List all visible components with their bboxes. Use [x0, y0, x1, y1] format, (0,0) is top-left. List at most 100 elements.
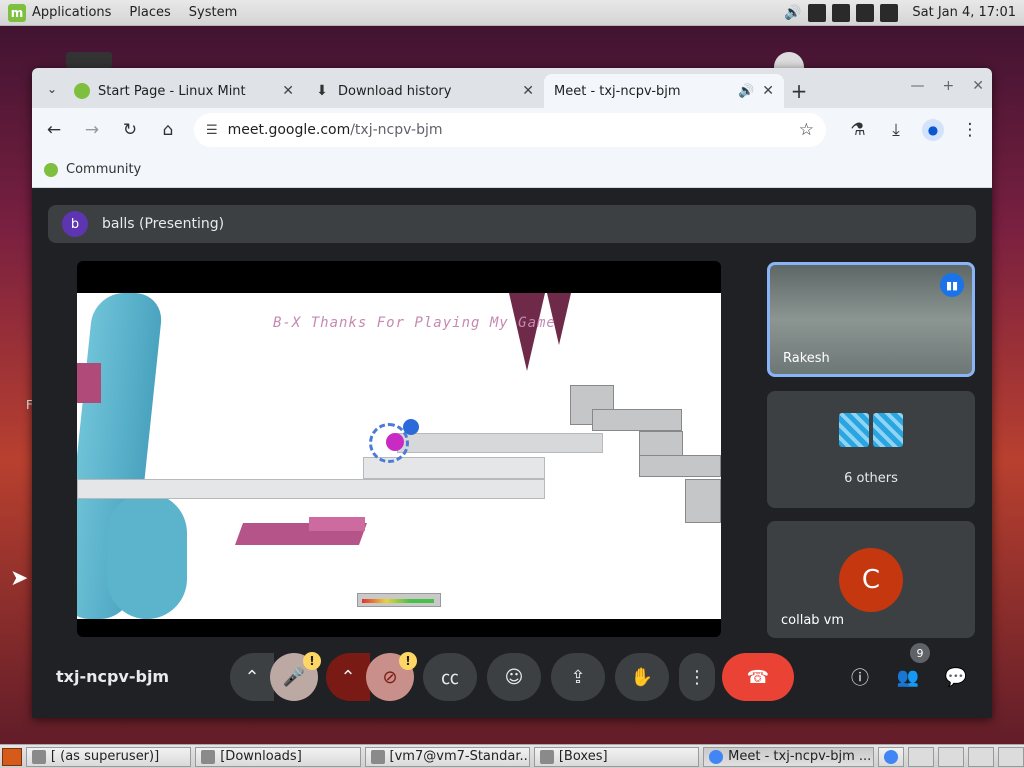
grey-block [592, 409, 682, 431]
close-window-icon[interactable]: ✕ [972, 78, 984, 94]
forward-arrow-icon[interactable]: → [80, 118, 104, 142]
tab-meet[interactable]: Meet - txj-ncpv-bjm 🔊 ✕ [544, 74, 784, 210]
presenter-avatar: b [62, 211, 88, 237]
terminal-icon [370, 749, 385, 764]
profile-avatar-icon[interactable]: ● [922, 119, 944, 141]
workspace-4[interactable] [998, 746, 1024, 767]
camera-warning-icon: ! [399, 652, 417, 670]
taskbar-item-superuser[interactable]: [ (as superuser)] [25, 746, 192, 767]
site-info-icon[interactable]: ☰ [206, 123, 218, 138]
game-message: B-X Thanks For Playing My Game [273, 315, 556, 331]
participant-avatar: C [839, 548, 903, 612]
bookmarks-bar: Community [32, 152, 992, 188]
downloads-icon[interactable]: ⤓ [884, 118, 908, 142]
meet-page: b balls (Presenting) B-X Thanks For Play… [32, 188, 992, 718]
close-tab-icon[interactable]: ✕ [522, 83, 534, 99]
home-icon[interactable]: ⌂ [156, 118, 180, 142]
meeting-info-icon[interactable]: ⓘ [846, 664, 874, 690]
battery-icon[interactable] [856, 3, 875, 22]
present-screen-button[interactable]: ⇪ [551, 653, 605, 701]
taskbar-item-chrome-extra[interactable] [878, 746, 905, 767]
more-options-button[interactable]: ⋮ [679, 653, 715, 701]
taskbar-item-downloads[interactable]: [Downloads] [195, 746, 361, 767]
participant-name: collab vm [781, 613, 845, 628]
mint-menu-icon[interactable]: m [8, 3, 26, 22]
minimize-icon[interactable]: — [911, 78, 925, 94]
bottom-panel: [ (as superuser)] [Downloads] [vm7@vm7-S… [0, 744, 1024, 768]
menu-applications[interactable]: Applications [32, 5, 111, 20]
folder-icon [201, 749, 216, 764]
audio-options-chevron-icon[interactable]: ⌃ [230, 653, 274, 701]
url: meet.google.com/txj-ncpv-bjm [228, 122, 443, 138]
cube-avatar-icon [839, 413, 869, 447]
raise-hand-button[interactable]: ✋ [615, 653, 669, 701]
workspace-2[interactable] [938, 746, 965, 767]
leave-call-button[interactable]: ☎ [722, 653, 794, 701]
chrome-icon [884, 749, 899, 764]
cyan-pillar-base [107, 493, 187, 619]
tab-label: Start Page - Linux Mint [98, 83, 246, 99]
url-path: /txj-ncpv-bjm [350, 122, 443, 138]
mint-favicon-icon [74, 83, 90, 99]
tab-search-chevron-icon[interactable]: ⌄ [40, 74, 64, 104]
player-blue-orb [403, 419, 419, 435]
grey-block [685, 479, 721, 523]
desktop-icon-computer[interactable] [66, 52, 112, 68]
update-icon[interactable] [832, 3, 851, 22]
tab-audio-icon[interactable]: 🔊 [738, 84, 754, 99]
video-options-chevron-icon[interactable]: ⌃ [326, 653, 370, 701]
maximize-icon[interactable]: + [943, 78, 955, 94]
system-tray: 🔊 Sat Jan 4, 17:01 [784, 3, 1024, 22]
meeting-controls: txj-ncpv-bjm ⌃ 🎤 ! ⌃ ⊘ ! ㏄ ☺ ⇪ ✋ ⋮ ☎ ⓘ 👥… [32, 643, 992, 709]
reactions-button[interactable]: ☺ [487, 653, 541, 701]
others-avatars [839, 413, 903, 447]
taskbar-item-meet[interactable]: Meet - txj-ncpv-bjm ... [703, 746, 875, 767]
presenting-bar: b balls (Presenting) [48, 205, 976, 243]
back-arrow-icon[interactable]: ← [42, 118, 66, 142]
captions-button[interactable]: ㏄ [423, 653, 477, 701]
participant-tile-rakesh[interactable]: ▮▮ Rakesh [767, 262, 975, 377]
taskbar-label: [vm7@vm7-Standar... [389, 749, 530, 764]
taskbar-item-boxes[interactable]: [Boxes] [533, 746, 700, 767]
people-icon[interactable]: 👥 [894, 664, 922, 690]
participant-tile-collab-vm[interactable]: C collab vm [767, 521, 975, 638]
labs-flask-icon[interactable]: ⚗ [846, 118, 870, 142]
taskbar-item-terminal[interactable]: [vm7@vm7-Standar... [364, 746, 530, 767]
participant-tile-others[interactable]: 6 others [767, 391, 975, 508]
reload-icon[interactable]: ↻ [118, 118, 142, 142]
more-menu-icon[interactable]: ⋮ [958, 118, 982, 142]
close-tab-icon[interactable]: ✕ [282, 83, 294, 99]
dark-spike [509, 293, 545, 371]
volume-icon[interactable]: 🔊 [784, 4, 802, 22]
address-bar[interactable]: ☰ meet.google.com/txj-ncpv-bjm ☆ [194, 113, 826, 147]
desktop-icon-home[interactable] [774, 52, 804, 68]
shared-screen-game: B-X Thanks For Playing My Game [77, 293, 721, 619]
new-tab-button[interactable]: + [784, 74, 814, 108]
url-host: meet.google.com [227, 122, 351, 138]
tab-label: Meet - txj-ncpv-bjm [554, 83, 681, 99]
browser-toolbar: ← → ↻ ⌂ ☰ meet.google.com/txj-ncpv-bjm ☆… [32, 108, 992, 152]
menu-places[interactable]: Places [129, 5, 170, 20]
window-controls: — + ✕ [911, 78, 984, 94]
bookmark-star-icon[interactable]: ☆ [799, 120, 814, 140]
tab-start-page[interactable]: Start Page - Linux Mint ✕ [64, 74, 304, 108]
close-tab-icon[interactable]: ✕ [762, 83, 774, 99]
workspace-3[interactable] [968, 746, 995, 767]
menu-system[interactable]: System [189, 5, 237, 20]
workspace-1[interactable] [908, 746, 935, 767]
grey-block [639, 455, 721, 477]
cube-avatar-icon [873, 413, 903, 447]
top-panel: m Applications Places System 🔊 Sat Jan 4… [0, 0, 1024, 26]
tab-strip: ⌄ Start Page - Linux Mint ✕ ⬇ Download h… [32, 68, 992, 210]
tab-download-history[interactable]: ⬇ Download history ✕ [304, 74, 544, 108]
presentation-stage[interactable]: B-X Thanks For Playing My Game [77, 261, 721, 637]
pink-wall-top [309, 517, 365, 531]
pink-block [77, 363, 101, 403]
show-desktop-icon[interactable] [2, 747, 22, 766]
clock[interactable]: Sat Jan 4, 17:01 [912, 5, 1016, 20]
pen-icon[interactable] [880, 3, 899, 22]
bookmark-community[interactable]: Community [66, 162, 141, 177]
shield-icon[interactable] [808, 3, 827, 22]
health-bar-fill [362, 599, 434, 603]
chat-icon[interactable]: 💬 [942, 664, 970, 690]
